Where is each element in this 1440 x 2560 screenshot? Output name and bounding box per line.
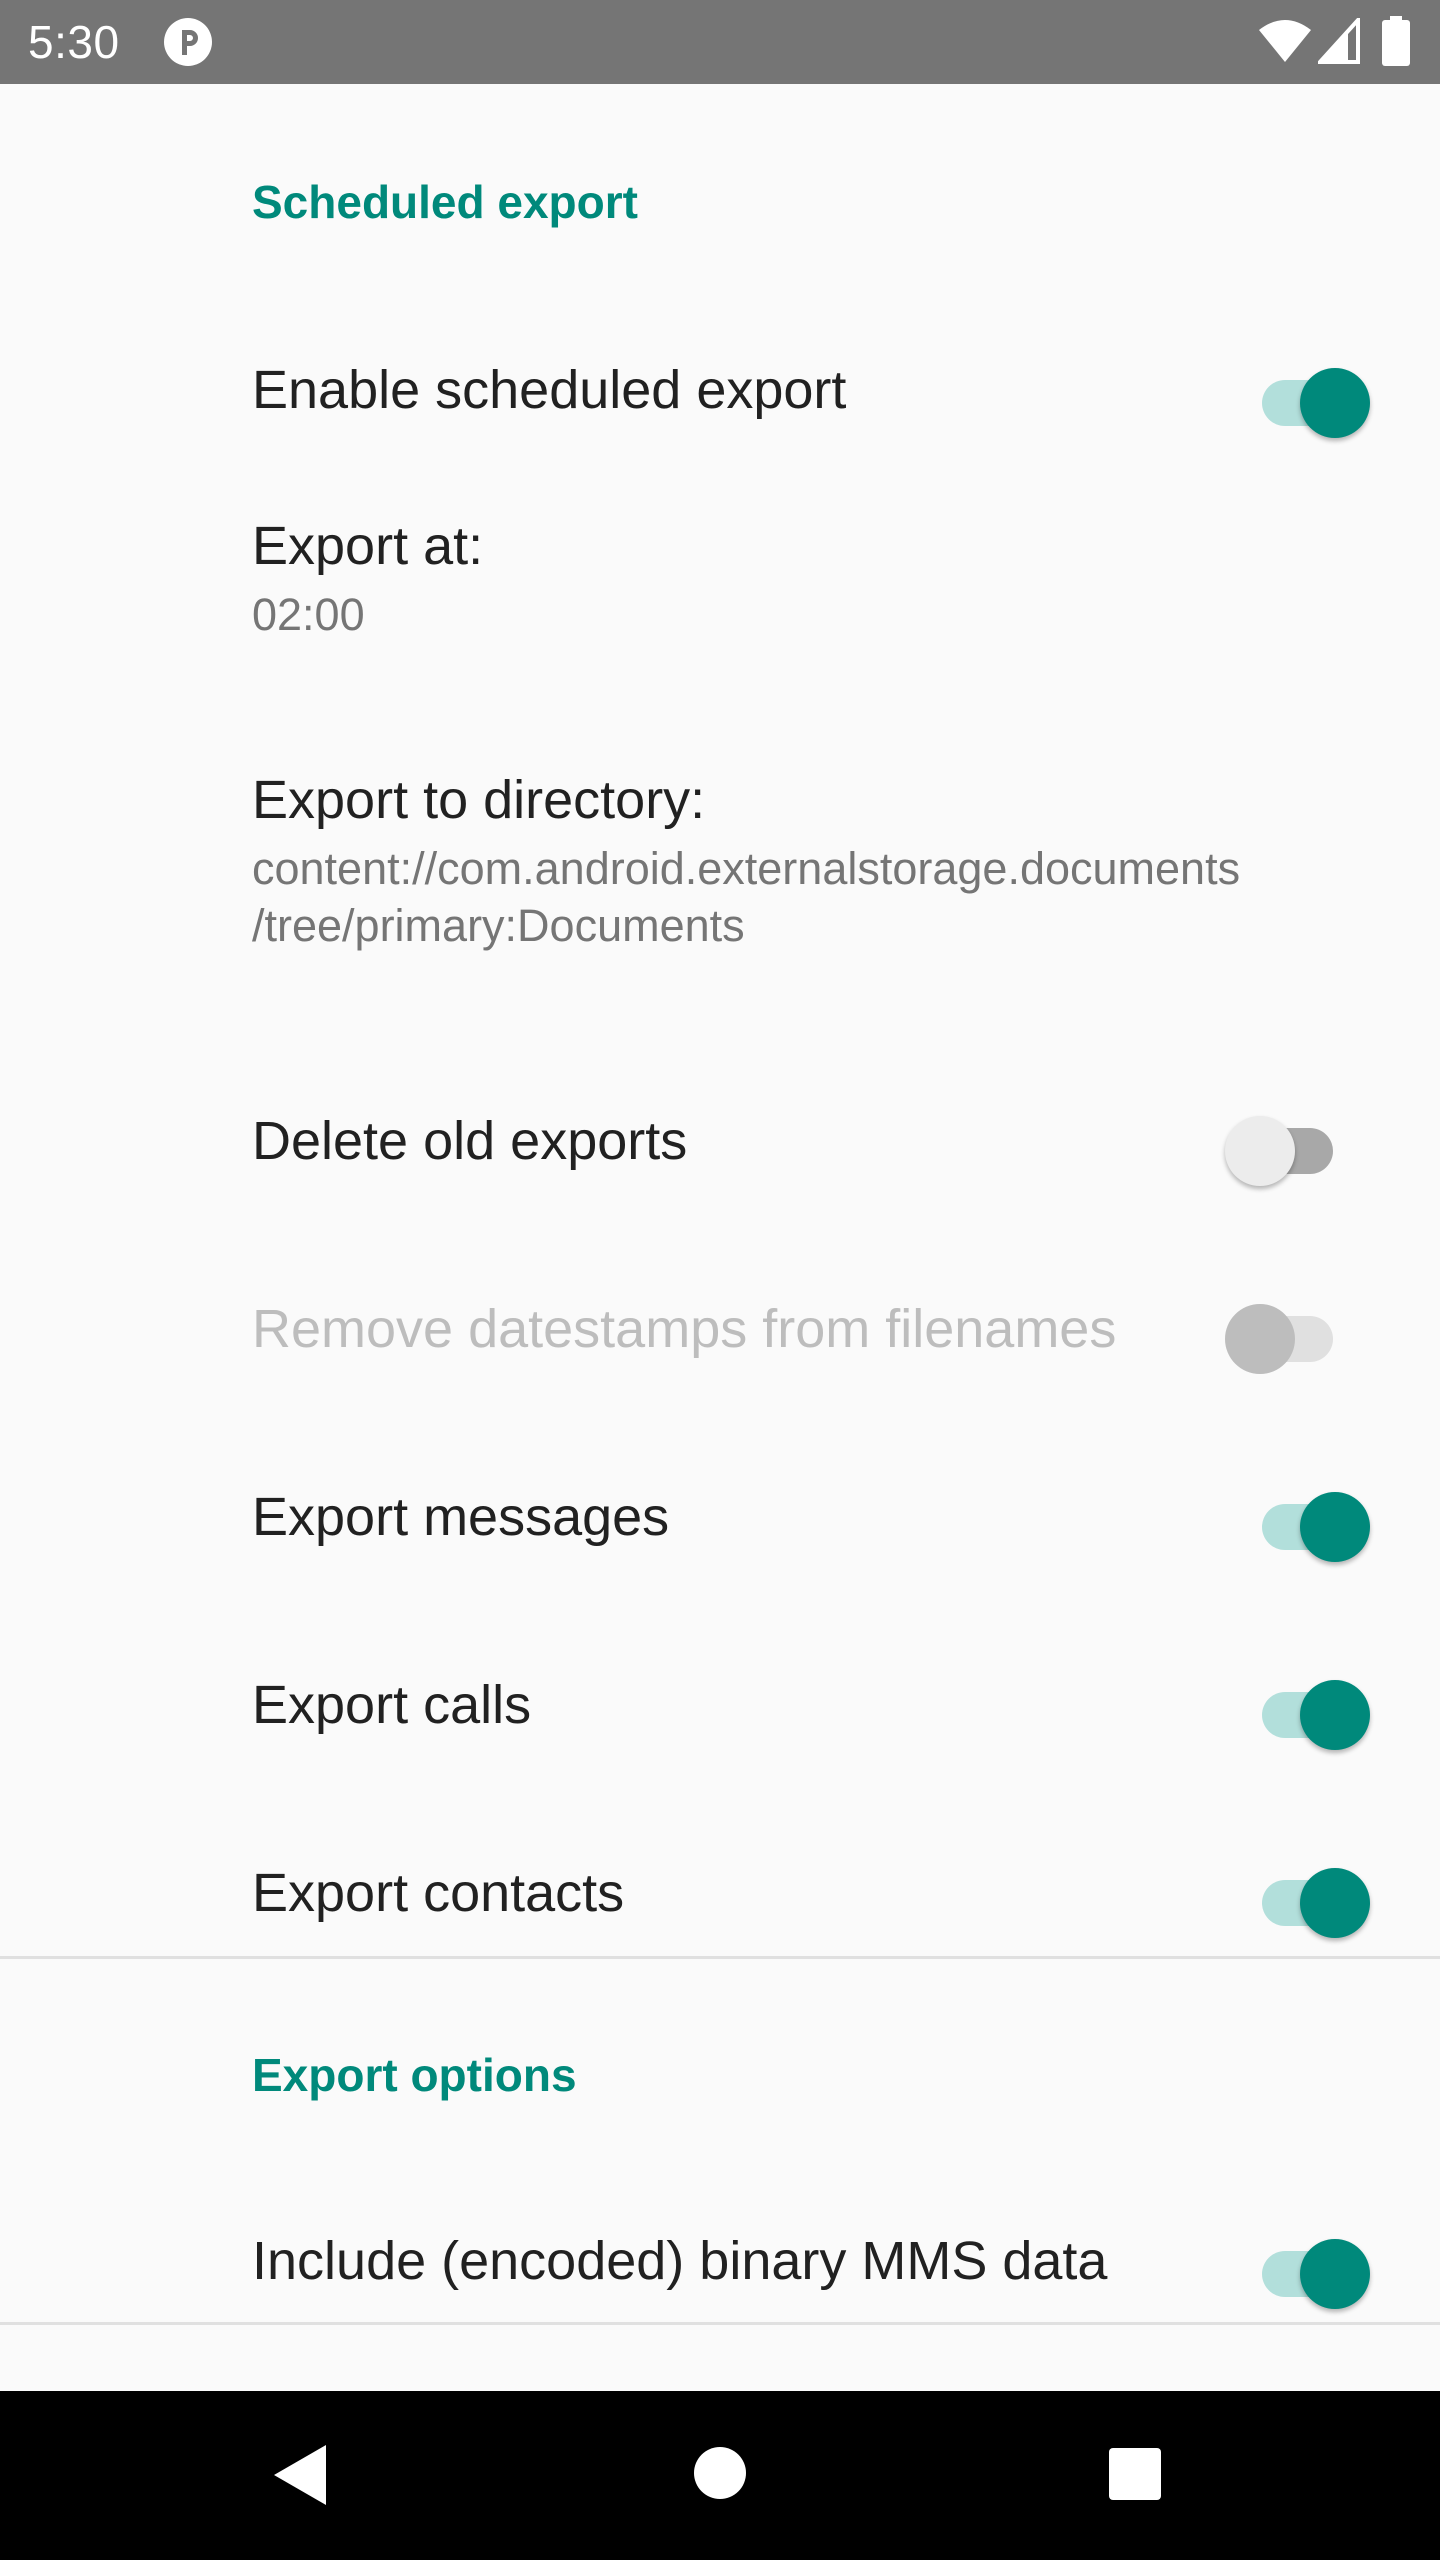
switch-thumb xyxy=(1300,1492,1370,1562)
pref-title: Export at: xyxy=(252,516,484,576)
pref-title: Export calls xyxy=(252,1675,532,1735)
navigation-bar xyxy=(0,2391,1440,2560)
pref-title: Export contacts xyxy=(252,1863,625,1923)
pref-export-at[interactable]: Export at: 02:00 xyxy=(0,504,1440,704)
status-time: 5:30 xyxy=(28,16,120,68)
pref-remove-datestamps: Remove datestamps from filenames xyxy=(0,1272,1440,1402)
delete-old-exports-switch[interactable] xyxy=(1225,1106,1345,1186)
category-scheduled-export: Scheduled export xyxy=(252,176,638,228)
pref-title: Enable scheduled export xyxy=(252,360,847,420)
pref-delete-old-exports[interactable]: Delete old exports xyxy=(0,1084,1440,1214)
enable-scheduled-export-switch[interactable] xyxy=(1250,358,1370,438)
preferences-list: Scheduled export Enable scheduled export… xyxy=(0,84,1440,2391)
export-calls-switch[interactable] xyxy=(1250,1670,1370,1750)
signal-icon xyxy=(1318,18,1360,64)
category-export-options: Export options xyxy=(252,2049,577,2101)
pref-export-directory[interactable]: Export to directory: content://com.andro… xyxy=(0,758,1440,998)
section-divider xyxy=(0,2322,1440,2325)
pref-title: Include (encoded) binary MMS data xyxy=(252,2231,1108,2291)
pref-include-binary-mms[interactable]: Include (encoded) binary MMS data xyxy=(0,2202,1440,2332)
pref-enable-scheduled-export[interactable]: Enable scheduled export xyxy=(0,330,1440,460)
settings-screen: 5:30 Scheduled export Enable scheduled e… xyxy=(0,0,1440,2560)
pref-export-calls[interactable]: Export calls xyxy=(0,1648,1440,1778)
include-binary-mms-switch[interactable] xyxy=(1250,2229,1370,2309)
pref-summary: 02:00 xyxy=(252,589,365,640)
pref-export-contacts[interactable]: Export contacts xyxy=(0,1836,1440,1966)
switch-thumb xyxy=(1225,1116,1295,1186)
pref-export-messages[interactable]: Export messages xyxy=(0,1460,1440,1590)
export-messages-switch[interactable] xyxy=(1250,1482,1370,1562)
export-contacts-switch[interactable] xyxy=(1250,1858,1370,1938)
pref-summary-line1: content://com.android.externalstorage.do… xyxy=(252,843,1241,894)
switch-thumb xyxy=(1300,1868,1370,1938)
home-icon[interactable] xyxy=(694,2447,746,2499)
pref-title: Delete old exports xyxy=(252,1111,688,1171)
recents-icon[interactable] xyxy=(1109,2448,1161,2500)
switch-thumb xyxy=(1300,2239,1370,2309)
app-notification-icon xyxy=(164,18,212,66)
section-divider xyxy=(0,1956,1440,1959)
switch-thumb xyxy=(1225,1304,1295,1374)
remove-datestamps-switch xyxy=(1225,1294,1345,1374)
back-icon[interactable] xyxy=(270,2443,330,2507)
pref-title: Export to directory: xyxy=(252,770,706,830)
wifi-icon xyxy=(1259,20,1311,62)
pref-summary-line2: /tree/primary:Documents xyxy=(252,900,745,951)
switch-thumb xyxy=(1300,1680,1370,1750)
pref-title: Export messages xyxy=(252,1487,670,1547)
status-bar: 5:30 xyxy=(0,0,1440,84)
pref-title: Remove datestamps from filenames xyxy=(252,1299,1117,1359)
battery-icon xyxy=(1382,16,1410,66)
switch-thumb xyxy=(1300,368,1370,438)
